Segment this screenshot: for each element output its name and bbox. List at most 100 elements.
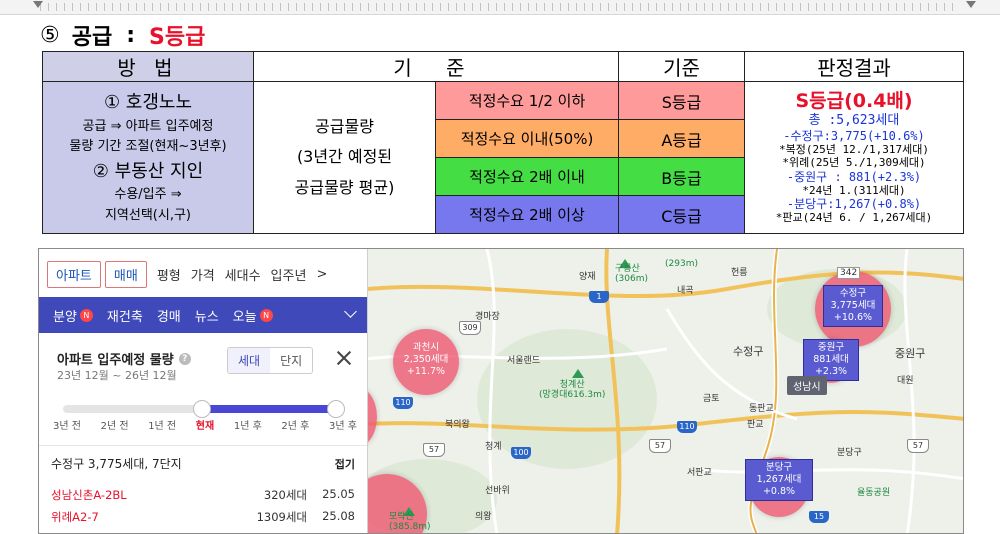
filter-more-chevron-icon[interactable]: > [316,267,327,282]
district-pct: +10.6% [833,311,873,323]
tab-apartment[interactable]: 아파트 [47,260,101,288]
map-canvas[interactable]: 과천시 2,350세대 +11.7% 수정구 3,775세대 +10.6% 중원… [337,249,963,533]
filter-move-in-year[interactable]: 입주년 [271,265,307,284]
description-line-3: 공급물량 평균) [294,177,395,197]
header-criteria: 기 준 [252,51,620,82]
map-label: 분당구 [837,448,862,458]
nav-item-news[interactable]: 뉴스 [195,306,219,325]
supply-panel: 아파트 매매 평형 가격 세대수 입주년 > 분양 N 재건축 경매 뉴스 오늘 N… [39,249,368,533]
ruler-left-indent-marker[interactable] [33,1,43,8]
route-shield: 57 [423,443,445,457]
nav-item-label: 분양 [53,309,77,325]
tab-sale[interactable]: 매매 [104,260,147,288]
highway-shield: 110 [677,421,697,433]
list-item[interactable]: 성남신촌A-2BL 320세대 25.05 [51,487,355,503]
result-bundang: -분당구:1,267(+0.8%) [786,197,922,212]
filter-bar: 아파트 매매 평형 가격 세대수 입주년 > [39,260,327,288]
map-label: (293m) [665,259,698,269]
district-units: 1,267세대 [756,473,802,485]
filter-households[interactable]: 세대수 [225,265,261,284]
map-label: 모락산 (385.8m) [389,512,431,532]
criteria-table: 방 법 기 준 기준 판정결과 ① 호갱노노 공급 ⇒ 아파트 입주예정 물량 … [42,51,965,234]
condition-c: 적정수요 2배 이상 [434,195,620,234]
slider-start-knob[interactable] [193,400,211,418]
highway-shield: 1 [589,291,609,303]
slider-labels: 3년 전 2년 전 1년 전 현재 1년 후 2년 후 3년 후 [53,417,357,432]
district-units: 2,350세대 [403,353,449,365]
mountain-icon [572,369,584,378]
period-slider-fill [201,405,335,413]
slider-label-current: 현재 [195,421,215,432]
filter-price[interactable]: 가격 [191,265,215,284]
station-label[interactable]: 성남시 [787,376,827,395]
nav-item-label: 오늘 [232,309,257,325]
map-label: 양재 [579,272,596,282]
result-sujeong-note-1: *복정(25년 12./1,317세대) [779,143,929,157]
map-label: 판교 [747,420,764,430]
district-box-bundang[interactable]: 분당구 1,267세대 +0.8% [745,459,813,501]
district-name: 중원구 [817,342,845,353]
fold-button[interactable]: 접기 [335,456,355,472]
map-label: 청계 [485,442,502,452]
condition-b: 적정수요 2배 이내 [434,157,620,196]
method-line-1: ① 호갱노노 [103,92,193,114]
method-line-6: 지역선택(시,구) [104,207,192,223]
section-colon: : [126,22,136,48]
district-summary: 수정구 3,775세대, 7단지 [51,457,182,471]
nav-item-label: 경매 [156,309,181,325]
filter-size[interactable]: 평형 [157,265,181,284]
map-label: 청계산 (망경대616.3m) [539,380,606,400]
nav-item-presale[interactable]: 분양 N [53,306,93,325]
unit-toggle: 세대 단지 [227,347,314,374]
district-name: 수정구 [839,288,867,299]
section-heading: ⑤ 공급 : S등급 [40,20,206,51]
ruler-right-indent-marker[interactable] [966,1,976,8]
toggle-complexes[interactable]: 단지 [270,348,312,373]
new-badge: N [259,308,273,322]
header-method: 방 법 [42,51,254,82]
panel-title-text: 아파트 입주예정 물량 [57,353,174,368]
grade-a: A등급 [618,119,746,158]
map-label: 342 [837,267,861,279]
district-box-jungwon[interactable]: 중원구 881세대 +2.3% [803,339,859,381]
complex-date: 25.05 [322,487,355,501]
map-label: 중원구 [895,347,926,360]
map-label: 동판교 [749,404,774,414]
map-label: 금토 [703,394,720,404]
list-item[interactable]: 위례A2-7 1309세대 25.08 [51,509,355,525]
map-label: 구룡산 (306m) [615,264,648,284]
map-label: 서판교 [687,468,712,478]
method-line-5: 수용/입주 ⇒ [114,187,182,203]
nav-item-label: 재건축 [106,309,143,325]
map-label: 율동공원 [857,488,891,498]
slider-label: 1년 후 [233,421,262,432]
condition-a: 적정수요 이내(50%) [434,119,620,158]
district-pct: +0.8% [762,485,796,497]
section-grade: S등급 [149,25,206,50]
route-shield: 309 [459,321,481,335]
period-text: 23년 12월 ~ 26년 12월 [57,369,177,382]
grade-b: B등급 [618,157,746,196]
toggle-households[interactable]: 세대 [228,348,271,373]
nav-item-today[interactable]: 오늘 N [233,306,273,325]
nav-expand-chevron-icon[interactable] [344,305,357,318]
map-label: 선바위 [485,486,510,496]
close-icon[interactable] [335,349,353,367]
header-result: 판정결과 [744,51,965,82]
description-line-2: (3년간 예정된 [296,147,393,167]
nav-item-auction[interactable]: 경매 [157,306,181,325]
district-box-sujeong[interactable]: 수정구 3,775세대 +10.6% [823,285,883,327]
grade-c: C등급 [618,195,746,234]
slider-end-knob[interactable] [327,400,345,418]
district-units: 881세대 [813,353,849,365]
district-name: 분당구 [765,462,793,473]
map-label: 헌릉 [731,268,748,278]
slider-label: 1년 전 [148,421,177,432]
condition-s: 적정수요 1/2 이하 [434,81,620,120]
help-icon[interactable]: ? [178,352,191,365]
ruler [0,0,1000,15]
nav-item-reconstruction[interactable]: 재건축 [107,306,143,325]
district-label-gwacheon: 과천시 2,350세대 +11.7% [396,342,456,378]
table-header-row: 방 법 기 준 기준 판정결과 [42,51,965,82]
result-cell: S등급(0.4배) 총 :5,623세대 -수정구:3,775(+10.6%) … [744,81,965,234]
